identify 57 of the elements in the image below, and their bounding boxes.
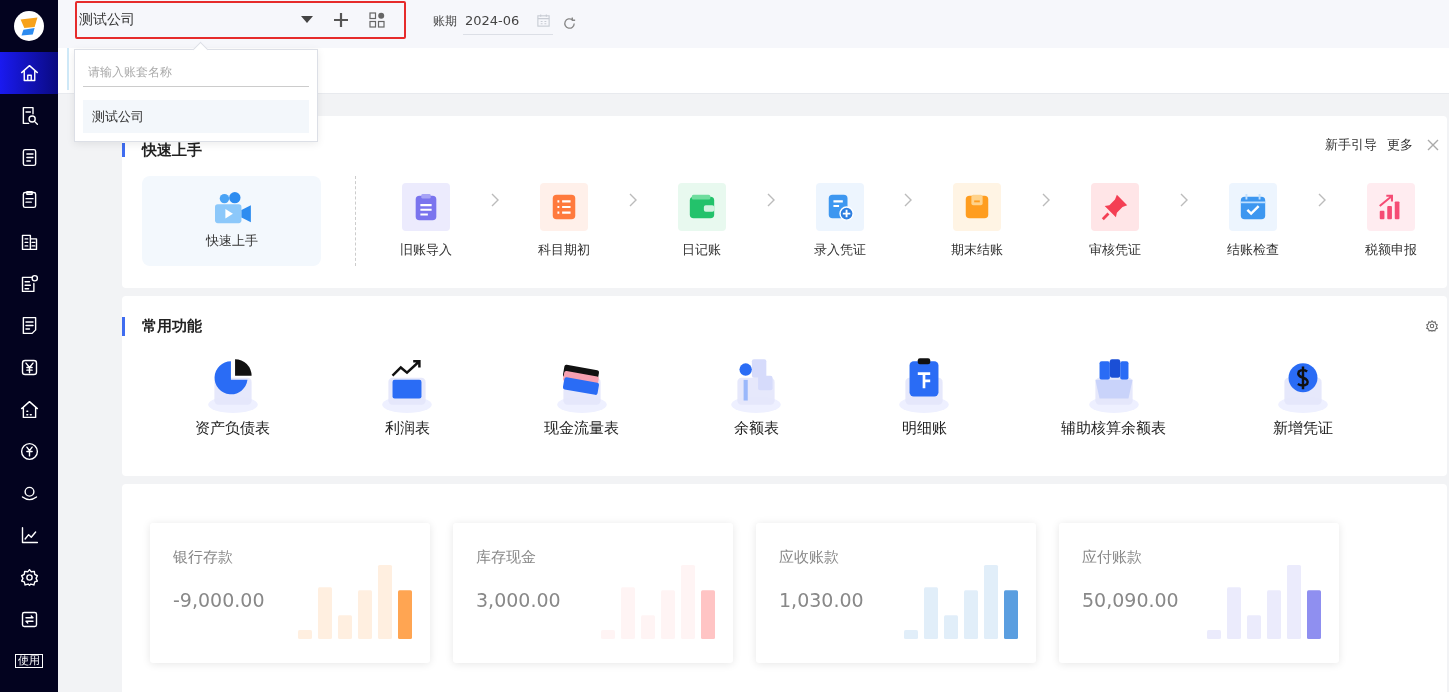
chevron-right-icon bbox=[628, 193, 637, 207]
function-button[interactable]: 新增凭证 bbox=[1272, 353, 1334, 438]
stat-value: 50,090.00 bbox=[1082, 589, 1179, 611]
step-button[interactable]: 科目期初 bbox=[527, 183, 600, 259]
header-link[interactable]: 更多 bbox=[1387, 136, 1413, 154]
stat-label: 银行存款 bbox=[173, 548, 234, 567]
function-button[interactable]: 余额表 bbox=[725, 353, 787, 438]
chevron-right-icon bbox=[1042, 193, 1051, 207]
stat-card[interactable]: 银行存款 -9,000.00 bbox=[150, 523, 430, 663]
sidebar-item[interactable] bbox=[0, 52, 58, 94]
caret-icon bbox=[301, 16, 313, 24]
stat-value: 3,000.00 bbox=[476, 589, 561, 611]
refresh-icon[interactable] bbox=[562, 15, 577, 31]
video-tile[interactable]: 快速上手 bbox=[142, 176, 321, 266]
home-icon bbox=[18, 62, 40, 84]
function-button[interactable]: 利润表 bbox=[376, 353, 438, 438]
period-label: 账期 bbox=[433, 12, 457, 30]
step-button[interactable]: 税额申报 bbox=[1354, 183, 1427, 259]
logo-icon bbox=[14, 11, 44, 41]
step-button[interactable]: 结账检查 bbox=[1217, 183, 1290, 259]
chevron-right-icon bbox=[904, 193, 913, 207]
chevron-right-icon bbox=[1180, 193, 1189, 207]
stat-card[interactable]: 应收账款 1,030.00 bbox=[756, 523, 1036, 663]
step-button[interactable]: 期末结账 bbox=[941, 183, 1014, 259]
company-select[interactable]: 测试公司 bbox=[79, 5, 313, 35]
stat-label: 应收账款 bbox=[779, 548, 840, 567]
sidebar-item[interactable]: 使用 bbox=[0, 640, 58, 682]
settings-icon[interactable] bbox=[1425, 319, 1439, 333]
step-button[interactable]: 录入凭证 bbox=[803, 183, 876, 259]
chevron-right-icon bbox=[766, 193, 775, 207]
stat-label: 库存现金 bbox=[476, 548, 537, 567]
section-title: 快速上手 bbox=[122, 143, 202, 157]
calendar-icon bbox=[536, 13, 551, 28]
step-button[interactable]: 旧账导入 bbox=[390, 183, 462, 259]
stat-value: 1,030.00 bbox=[779, 589, 864, 611]
yen-circle-icon bbox=[18, 440, 40, 462]
settings-icon bbox=[18, 566, 40, 588]
function-button[interactable]: 明细账 bbox=[893, 353, 955, 438]
step-button[interactable]: 日记账 bbox=[665, 183, 738, 259]
stat-card[interactable]: 应付账款 50,090.00 bbox=[1059, 523, 1339, 663]
function-button[interactable]: 资产负债表 bbox=[195, 353, 270, 438]
dropdown-option[interactable]: 测试公司 bbox=[83, 100, 309, 133]
period-field[interactable]: 2024-06 bbox=[463, 7, 553, 35]
function-button[interactable]: 现金流量表 bbox=[544, 353, 619, 438]
step-button[interactable]: 审核凭证 bbox=[1079, 183, 1152, 259]
stat-card[interactable]: 库存现金 3,000.00 bbox=[453, 523, 733, 663]
stat-label: 应付账款 bbox=[1082, 548, 1143, 567]
stat-value: -9,000.00 bbox=[173, 589, 265, 611]
house-icon bbox=[18, 398, 40, 420]
add-icon[interactable] bbox=[333, 12, 349, 28]
function-button[interactable]: 辅助核算余额表 bbox=[1061, 353, 1166, 438]
chevron-right-icon bbox=[1318, 193, 1326, 207]
header-link[interactable]: 新手引导 bbox=[1325, 136, 1377, 154]
guide-icon: 使用 bbox=[15, 654, 43, 668]
section-title: 常用功能 bbox=[122, 316, 202, 336]
chevron-right-icon bbox=[490, 193, 499, 207]
grid-icon[interactable] bbox=[369, 12, 385, 28]
